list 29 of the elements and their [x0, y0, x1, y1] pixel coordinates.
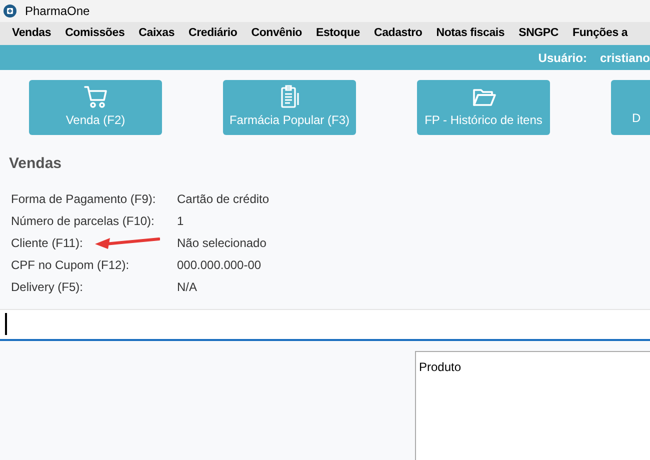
- field-value: Não selecionado: [177, 234, 266, 252]
- user-label: Usuário:: [538, 50, 587, 66]
- field-label: Cliente (F11):: [11, 236, 83, 250]
- menu-item[interactable]: Funções a: [572, 24, 628, 42]
- menu-item[interactable]: Convênio: [251, 24, 302, 42]
- column-header: Produto: [419, 360, 462, 374]
- menu-item[interactable]: Estoque: [316, 24, 360, 42]
- input-field[interactable]: [0, 308, 650, 340]
- app-logo-icon: [3, 4, 17, 18]
- menu-item[interactable]: Vendas: [12, 24, 52, 42]
- field-label: Forma de Pagamento (F9):: [11, 192, 156, 206]
- field-value: 000.000.000-00: [177, 256, 262, 274]
- user-name: cristiano: [600, 50, 650, 66]
- menu-item[interactable]: SNGPC: [518, 24, 558, 42]
- field-label: CPF no Cupom (F12):: [11, 258, 130, 272]
- field-value: Cartão de crédito: [177, 190, 270, 208]
- field-label: Delivery (F5):: [11, 280, 84, 294]
- field-label: Número de parcelas (F10):: [11, 214, 154, 228]
- menu-item[interactable]: Comissões: [65, 24, 125, 42]
- arrow-annotation: [94, 236, 160, 250]
- menu-item[interactable]: Notas fiscais: [436, 24, 505, 42]
- window-title: PharmaOne: [25, 3, 90, 20]
- menu-item[interactable]: Caixas: [138, 24, 175, 42]
- field-value: N/A: [177, 278, 198, 296]
- field-value: 1: [177, 212, 184, 230]
- menu-item[interactable]: Cadastro: [374, 24, 422, 42]
- section-title: Vendas: [8, 154, 63, 174]
- menu-item[interactable]: Crediário: [188, 24, 238, 42]
- cart-icon: [82, 84, 108, 110]
